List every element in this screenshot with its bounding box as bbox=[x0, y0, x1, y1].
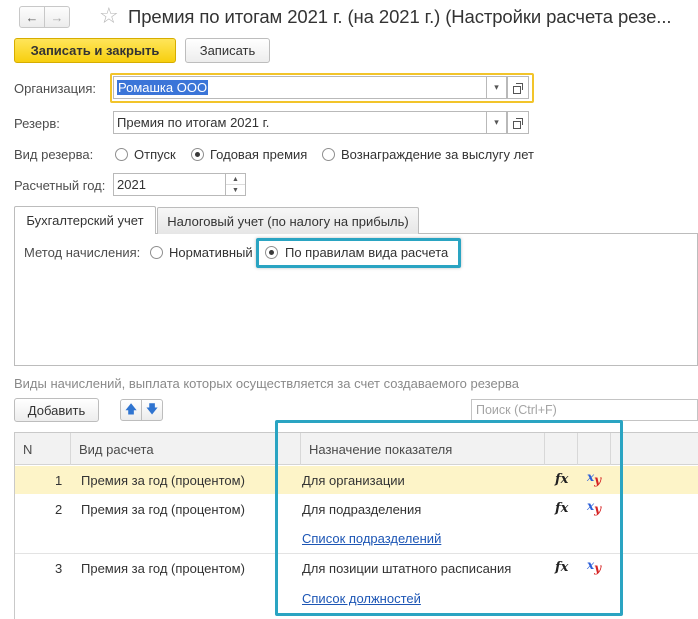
method-option-normative[interactable]: Нормативный bbox=[169, 245, 253, 260]
search-input[interactable]: Поиск (Ctrl+F) bbox=[471, 399, 698, 421]
row-calc-type: Премия за год (процентом) bbox=[81, 473, 245, 488]
chevron-down-icon: ▾ bbox=[494, 117, 499, 127]
organization-label: Организация: bbox=[14, 81, 97, 96]
move-up-button[interactable]: 🡅 bbox=[120, 399, 142, 421]
accruals-section-label: Виды начислений, выплата которых осущест… bbox=[14, 376, 519, 391]
purpose-highlight-frame bbox=[275, 420, 623, 616]
organization-dropdown-button[interactable]: ▾ bbox=[486, 76, 507, 99]
row-number: 3 bbox=[55, 561, 63, 576]
reserve-type-option-annual-bonus[interactable]: Годовая премия bbox=[210, 147, 307, 162]
arrow-down-icon: 🡇 bbox=[145, 401, 159, 416]
row-calc-type: Премия за год (процентом) bbox=[81, 502, 245, 517]
chevron-down-icon: ▾ bbox=[494, 82, 499, 92]
forward-button[interactable]: → bbox=[44, 6, 70, 28]
reserve-dropdown-button[interactable]: ▾ bbox=[486, 111, 507, 134]
method-radio-normative[interactable] bbox=[150, 246, 163, 259]
reserve-type-radio-seniority[interactable] bbox=[322, 148, 335, 161]
year-label: Расчетный год: bbox=[14, 178, 106, 193]
save-and-close-button[interactable]: Записать и закрыть bbox=[14, 38, 176, 63]
chevron-down-icon[interactable]: ▼ bbox=[226, 185, 245, 195]
year-value: 2021 bbox=[117, 177, 146, 192]
window-title: Премия по итогам 2021 г. (на 2021 г.) (Н… bbox=[128, 6, 672, 27]
arrow-left-icon: ← bbox=[25, 9, 39, 25]
organization-open-button[interactable] bbox=[507, 76, 529, 99]
organization-input[interactable]: Ромашка ООО bbox=[113, 76, 487, 99]
chevron-up-icon[interactable]: ▲ bbox=[226, 174, 245, 185]
move-down-button[interactable]: 🡇 bbox=[141, 399, 163, 421]
save-button[interactable]: Записать bbox=[185, 38, 270, 63]
open-icon bbox=[513, 82, 523, 94]
year-stepper[interactable]: ▲ ▼ bbox=[225, 173, 246, 196]
reserve-type-radio-annual-bonus[interactable] bbox=[191, 148, 204, 161]
reserve-value: Премия по итогам 2021 г. bbox=[117, 115, 270, 130]
back-button[interactable]: ← bbox=[19, 6, 45, 28]
reserve-label: Резерв: bbox=[14, 116, 60, 131]
star-icon[interactable]: ☆ bbox=[99, 3, 119, 29]
add-button[interactable]: Добавить bbox=[14, 398, 99, 422]
tab-tax-accounting[interactable]: Налоговый учет (по налогу на прибыль) bbox=[157, 207, 419, 234]
method-radio-calc-rules[interactable] bbox=[265, 246, 278, 259]
row-number: 1 bbox=[55, 473, 63, 488]
reserve-type-option-seniority[interactable]: Вознаграждение за выслугу лет bbox=[341, 147, 534, 162]
method-option-calc-rules[interactable]: По правилам вида расчета bbox=[285, 245, 448, 260]
organization-value: Ромашка ООО bbox=[117, 80, 209, 95]
open-icon bbox=[513, 117, 523, 129]
row-number: 2 bbox=[55, 502, 63, 517]
tab-accounting[interactable]: Бухгалтерский учет bbox=[14, 206, 156, 234]
reserve-type-label: Вид резерва: bbox=[14, 147, 94, 162]
column-header-n[interactable]: N bbox=[15, 433, 71, 465]
method-label: Метод начисления: bbox=[24, 245, 141, 260]
column-header-calc-type[interactable]: Вид расчета bbox=[71, 433, 301, 465]
row-calc-type: Премия за год (процентом) bbox=[81, 561, 245, 576]
year-input[interactable]: 2021 bbox=[113, 173, 226, 196]
reserve-type-radio-vacation[interactable] bbox=[115, 148, 128, 161]
reserve-open-button[interactable] bbox=[507, 111, 529, 134]
reserve-input[interactable]: Премия по итогам 2021 г. bbox=[113, 111, 487, 134]
arrow-up-icon: 🡅 bbox=[124, 401, 138, 416]
arrow-right-icon: → bbox=[50, 9, 64, 25]
reserve-type-option-vacation[interactable]: Отпуск bbox=[134, 147, 176, 162]
